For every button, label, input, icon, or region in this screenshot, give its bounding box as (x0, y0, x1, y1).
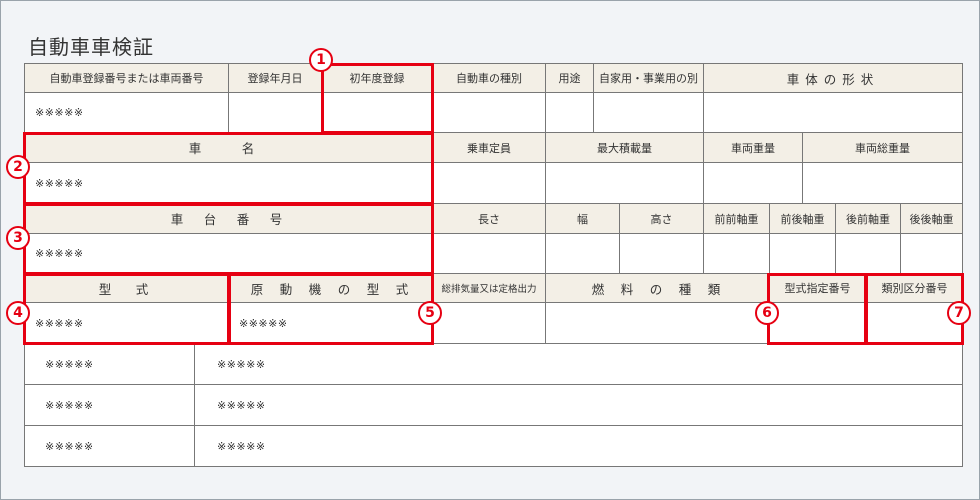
label-length: 長さ (432, 203, 546, 234)
value-fuel (545, 302, 769, 344)
value-reg-date (228, 92, 322, 133)
label-capacity: 乗車定員 (432, 132, 546, 163)
number-badge-2: 2 (6, 155, 30, 179)
value-displacement (432, 302, 546, 344)
value-reg-number: ※※※※※ (24, 92, 229, 133)
value-private-business (593, 92, 704, 133)
label-model: 型 式 (24, 273, 229, 303)
value-height (619, 233, 704, 274)
number-badge-7: 7 (947, 301, 971, 325)
value-engine-model: ※※※※※ (228, 302, 433, 344)
value-vehicle-class (432, 92, 546, 133)
number-badge-6: 6 (755, 301, 779, 325)
value-capacity (432, 162, 546, 204)
label-max-load: 最大積載量 (545, 132, 704, 163)
number-badge-5: 5 (418, 301, 442, 325)
label-rf-axle: 後前軸重 (835, 203, 901, 234)
label-vehicle-class: 自動車の種別 (432, 63, 546, 93)
value-body-shape (703, 92, 963, 133)
label-engine-model: 原 動 機 の 型 式 (228, 273, 433, 303)
label-car-name: 車 名 (24, 132, 433, 163)
number-badge-1: 1 (309, 48, 333, 72)
value-model-designation (768, 302, 867, 344)
value-chassis-number: ※※※※※ (24, 233, 433, 274)
label-chassis-number: 車 台 番 号 (24, 203, 433, 234)
label-body-shape: 車体の形状 (703, 63, 963, 93)
value-usage (545, 92, 594, 133)
list-item: ※※※※※ (24, 384, 195, 426)
value-car-name: ※※※※※ (24, 162, 433, 204)
label-reg-date: 登録年月日 (228, 63, 322, 93)
value-width (545, 233, 620, 274)
label-usage: 用途 (545, 63, 594, 93)
value-rr-axle (900, 233, 963, 274)
label-ff-axle: 前前軸重 (703, 203, 770, 234)
list-item: ※※※※※ (194, 343, 963, 385)
label-first-reg: 初年度登録 (321, 63, 433, 93)
document-title: 自動車車検証 (28, 35, 154, 59)
value-first-reg (321, 92, 433, 133)
value-rf-axle (835, 233, 901, 274)
label-fr-axle: 前後軸重 (769, 203, 836, 234)
label-width: 幅 (545, 203, 620, 234)
value-fr-axle (769, 233, 836, 274)
number-badge-3: 3 (6, 226, 30, 250)
value-ff-axle (703, 233, 770, 274)
label-displacement: 総排気量又は定格出力 (432, 273, 546, 303)
label-category-number: 類別区分番号 (866, 273, 963, 303)
label-vehicle-weight: 車両重量 (703, 132, 803, 163)
list-item: ※※※※※ (194, 384, 963, 426)
label-reg-number: 自動車登録番号または車両番号 (24, 63, 229, 93)
label-model-designation: 型式指定番号 (768, 273, 867, 303)
number-badge-4: 4 (6, 301, 30, 325)
value-gross-weight (802, 162, 963, 204)
value-max-load (545, 162, 704, 204)
label-rr-axle: 後後軸重 (900, 203, 963, 234)
list-item: ※※※※※ (194, 425, 963, 467)
value-vehicle-weight (703, 162, 803, 204)
list-item: ※※※※※ (24, 425, 195, 467)
label-height: 高さ (619, 203, 704, 234)
list-item: ※※※※※ (24, 343, 195, 385)
label-fuel: 燃 料 の 種 類 (545, 273, 769, 303)
value-model: ※※※※※ (24, 302, 229, 344)
label-gross-weight: 車両総重量 (802, 132, 963, 163)
value-length (432, 233, 546, 274)
label-private-business: 自家用・事業用の別 (593, 63, 704, 93)
